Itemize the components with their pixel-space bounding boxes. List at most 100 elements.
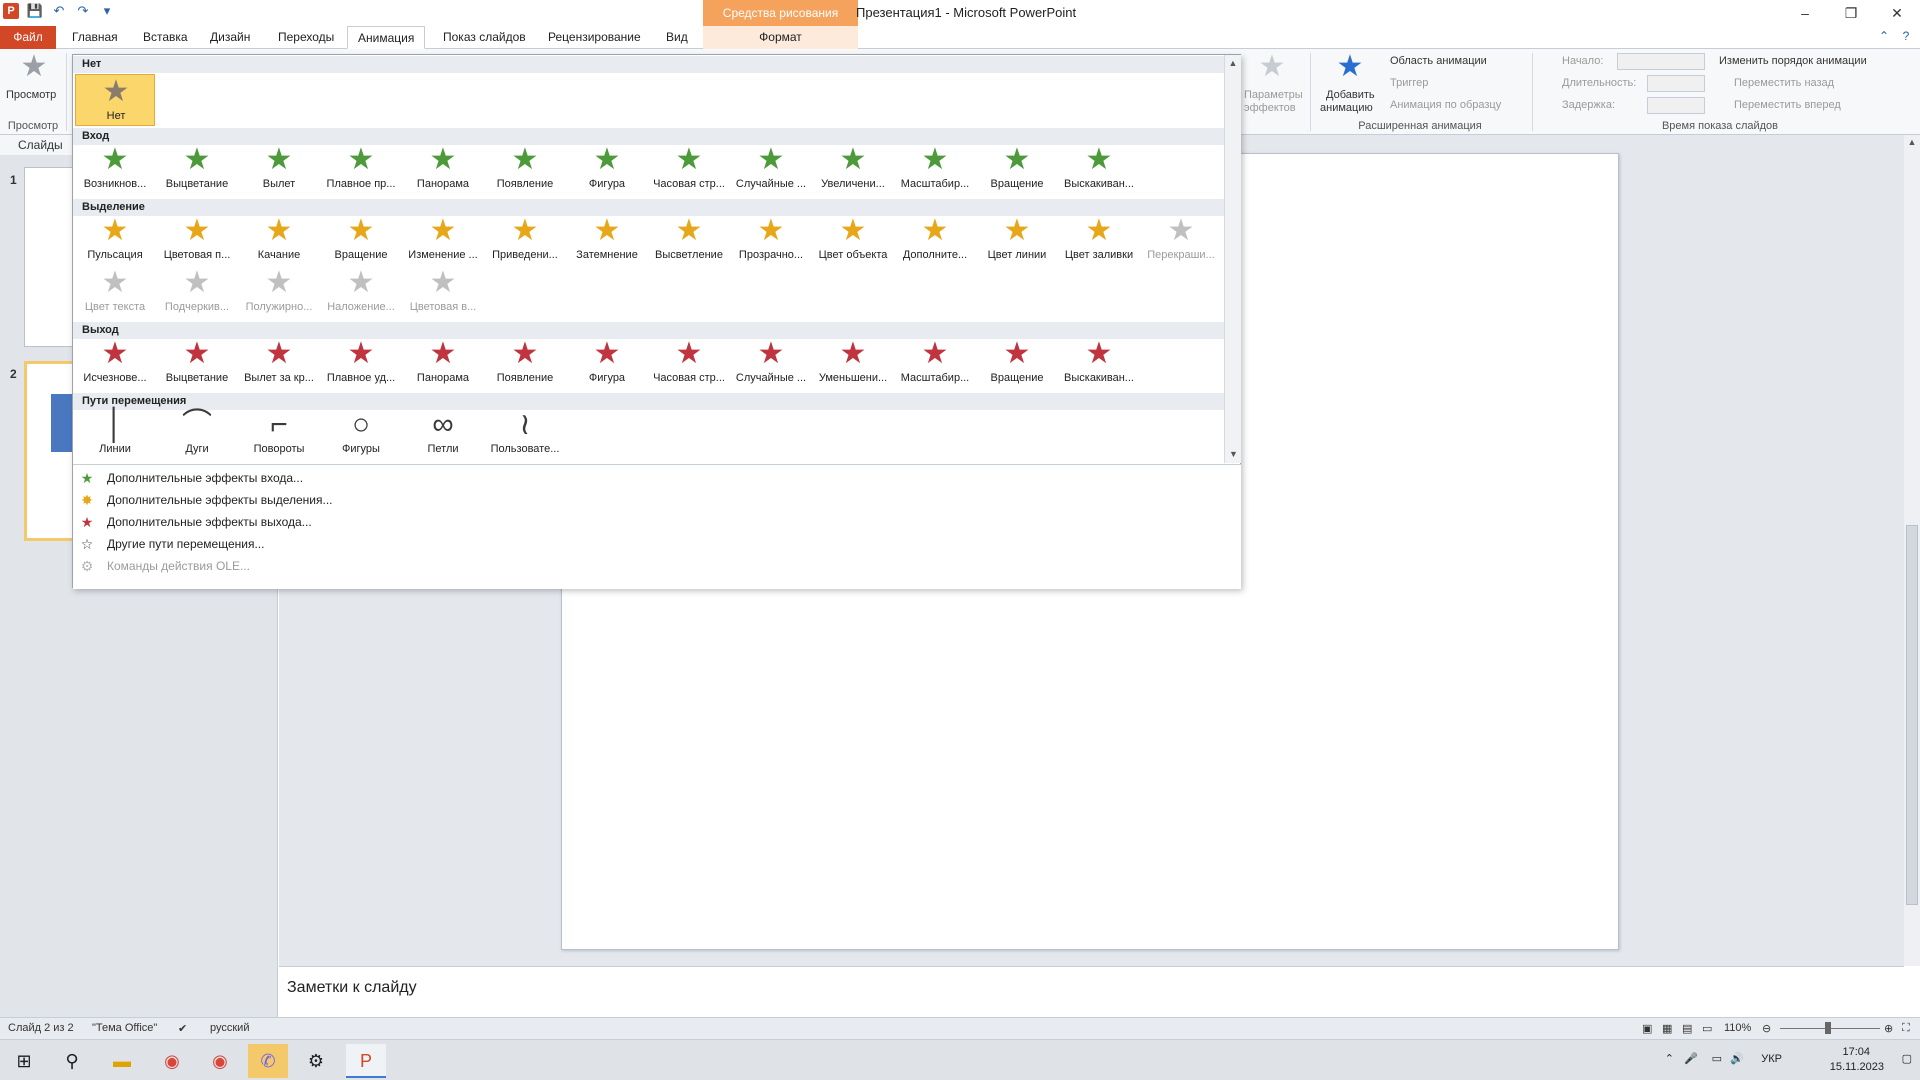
emph1-effect-item[interactable]: ★ Дополните... [895, 214, 975, 270]
emph1-effect-item[interactable]: ★ Изменение ... [403, 214, 483, 270]
zoom-level[interactable]: 110% [1724, 1022, 1751, 1034]
entrance-effect-item[interactable]: ★ Панорама [403, 143, 483, 199]
chrome-icon[interactable]: ◉ [152, 1044, 192, 1078]
exit-effect-item[interactable]: ★ Исчезнове... [75, 337, 155, 393]
zoom-out-icon[interactable]: ⊖ [1762, 1022, 1771, 1035]
reading-view-icon[interactable]: ▤ [1682, 1022, 1692, 1035]
vertical-scrollbar[interactable]: ▲ [1904, 135, 1920, 966]
settings-icon[interactable]: ⚙ [296, 1044, 336, 1078]
exit-effect-item[interactable]: ★ Вылет за кр... [239, 337, 319, 393]
show-hidden-icons[interactable]: ⌃ [1665, 1052, 1674, 1065]
language-indicator[interactable]: русский [210, 1022, 249, 1034]
entrance-effect-item[interactable]: ★ Выцветание [157, 143, 237, 199]
tab-home[interactable]: Главная [62, 26, 128, 49]
network-icon[interactable]: ▭ [1712, 1052, 1722, 1065]
entrance-effect-item[interactable]: ★ Фигура [567, 143, 647, 199]
emph1-effect-item[interactable]: ★ Цветовая п... [157, 214, 237, 270]
powerpoint-taskbar-icon[interactable]: P [346, 1044, 386, 1078]
minimize-button[interactable]: – [1782, 0, 1828, 26]
tab-format[interactable]: Формат [703, 26, 858, 49]
exit-effect-item[interactable]: ★ Панорама [403, 337, 483, 393]
tab-transitions[interactable]: Переходы [268, 26, 344, 49]
gallery-scroll-up-icon[interactable]: ▲ [1225, 55, 1241, 72]
notifications-icon[interactable]: ▢ [1902, 1052, 1912, 1065]
search-icon[interactable]: ⚲ [52, 1044, 92, 1078]
gallery-scroll-down-icon[interactable]: ▼ [1225, 446, 1242, 463]
tab-design[interactable]: Дизайн [200, 26, 260, 49]
file-explorer-icon[interactable]: ▬ [102, 1044, 142, 1078]
entrance-effect-item[interactable]: ★ Часовая стр... [649, 143, 729, 199]
scroll-thumb[interactable] [1906, 525, 1918, 905]
move-forward-button[interactable]: Переместить вперед [1734, 99, 1841, 111]
normal-view-icon[interactable]: ▣ [1642, 1022, 1652, 1035]
customize-qat-icon[interactable]: ▾ [98, 2, 116, 20]
exit-effect-item[interactable]: ★ Масштабир... [895, 337, 975, 393]
input-language[interactable]: УКР [1761, 1053, 1782, 1065]
slides-panel-tab[interactable]: Слайды [0, 135, 74, 155]
entrance-effect-item[interactable]: ★ Вылет [239, 143, 319, 199]
duration-spinner[interactable] [1647, 75, 1705, 92]
more-entrance-effects-item[interactable]: ★ Дополнительные эффекты входа... [77, 468, 1237, 488]
start-icon[interactable]: ⊞ [4, 1044, 44, 1078]
emph1-effect-item[interactable]: ★ Качание [239, 214, 319, 270]
add-animation-star-icon[interactable]: ★ [1330, 51, 1370, 83]
paths-effect-item[interactable]: ⌐ Повороты [239, 408, 319, 463]
emph1-effect-item[interactable]: ★ Цвет линии [977, 214, 1057, 270]
help-icon[interactable]: ? [1898, 28, 1914, 44]
animation-pane-button[interactable]: Область анимации [1390, 55, 1487, 67]
tab-view[interactable]: Вид [656, 26, 698, 49]
effect-params-label-1[interactable]: Параметры [1244, 89, 1303, 101]
tab-slideshow[interactable]: Показ слайдов [433, 26, 536, 49]
entrance-effect-item[interactable]: ★ Вращение [977, 143, 1057, 199]
zoom-slider-handle[interactable] [1825, 1022, 1831, 1034]
slideshow-view-icon[interactable]: ▭ [1702, 1022, 1712, 1035]
delay-spinner[interactable] [1647, 97, 1705, 114]
clock-date[interactable]: 15.11.2023 [1830, 1061, 1884, 1073]
exit-effect-item[interactable]: ★ Случайные ... [731, 337, 811, 393]
tab-animation[interactable]: Анимация [347, 26, 426, 49]
powerpoint-app-icon[interactable]: P [3, 3, 19, 19]
collapse-ribbon-icon[interactable]: ⌃ [1876, 28, 1892, 44]
redo-icon[interactable]: ↷ [74, 2, 92, 20]
tab-insert[interactable]: Вставка [133, 26, 198, 49]
entrance-effect-item[interactable]: ★ Выскакиван... [1059, 143, 1139, 199]
effect-params-label-2[interactable]: эффектов [1244, 102, 1296, 114]
exit-effect-item[interactable]: ★ Часовая стр... [649, 337, 729, 393]
close-button[interactable]: ✕ [1874, 0, 1920, 26]
emph1-effect-item[interactable]: ★ Цвет заливки [1059, 214, 1139, 270]
paths-effect-item[interactable]: │ Линии [75, 408, 155, 463]
slide-sorter-icon[interactable]: ▦ [1662, 1022, 1672, 1035]
start-dropdown[interactable] [1617, 53, 1705, 70]
exit-effect-item[interactable]: ★ Выцветание [157, 337, 237, 393]
microphone-icon[interactable]: 🎤 [1684, 1052, 1698, 1065]
entrance-effect-item[interactable]: ★ Появление [485, 143, 565, 199]
fit-slide-icon[interactable]: ⛶ [1902, 1022, 1910, 1035]
scroll-up-icon[interactable]: ▲ [1904, 135, 1920, 149]
gallery-scrollbar[interactable]: ▲ ▼ [1224, 55, 1241, 463]
undo-icon[interactable]: ↶ [50, 2, 68, 20]
move-back-button[interactable]: Переместить назад [1734, 77, 1834, 89]
entrance-effect-item[interactable]: ★ Масштабир... [895, 143, 975, 199]
exit-effect-item[interactable]: ★ Появление [485, 337, 565, 393]
entrance-effect-item[interactable]: ★ Случайные ... [731, 143, 811, 199]
emph1-effect-item[interactable]: ★ Вращение [321, 214, 401, 270]
more-exit-effects-item[interactable]: ★ Дополнительные эффекты выхода... [77, 512, 1237, 532]
entrance-effect-item[interactable]: ★ Увеличени... [813, 143, 893, 199]
more-emphasis-effects-item[interactable]: ✸ Дополнительные эффекты выделения... [77, 490, 1237, 510]
preview-star-icon[interactable]: ★ [14, 51, 54, 83]
add-animation-label-1[interactable]: Добавить [1326, 89, 1375, 101]
emph1-effect-item[interactable]: ★ Прозрачно... [731, 214, 811, 270]
emph1-effect-item[interactable]: ★ Высветление [649, 214, 729, 270]
exit-effect-item[interactable]: ★ Уменьшени... [813, 337, 893, 393]
exit-effect-item[interactable]: ★ Выскакиван... [1059, 337, 1139, 393]
volume-icon[interactable]: 🔊 [1730, 1052, 1744, 1065]
viber-icon[interactable]: ✆ [248, 1044, 288, 1078]
entrance-effect-item[interactable]: ★ Возникнов... [75, 143, 155, 199]
tab-file[interactable]: Файл [0, 26, 56, 49]
paths-effect-item[interactable]: ⌒ Дуги [157, 408, 237, 463]
exit-effect-item[interactable]: ★ Фигура [567, 337, 647, 393]
emph1-effect-item[interactable]: ★ Приведени... [485, 214, 565, 270]
restore-button[interactable]: ❐ [1828, 0, 1874, 26]
trigger-button[interactable]: Триггер [1390, 77, 1428, 89]
exit-effect-item[interactable]: ★ Вращение [977, 337, 1057, 393]
